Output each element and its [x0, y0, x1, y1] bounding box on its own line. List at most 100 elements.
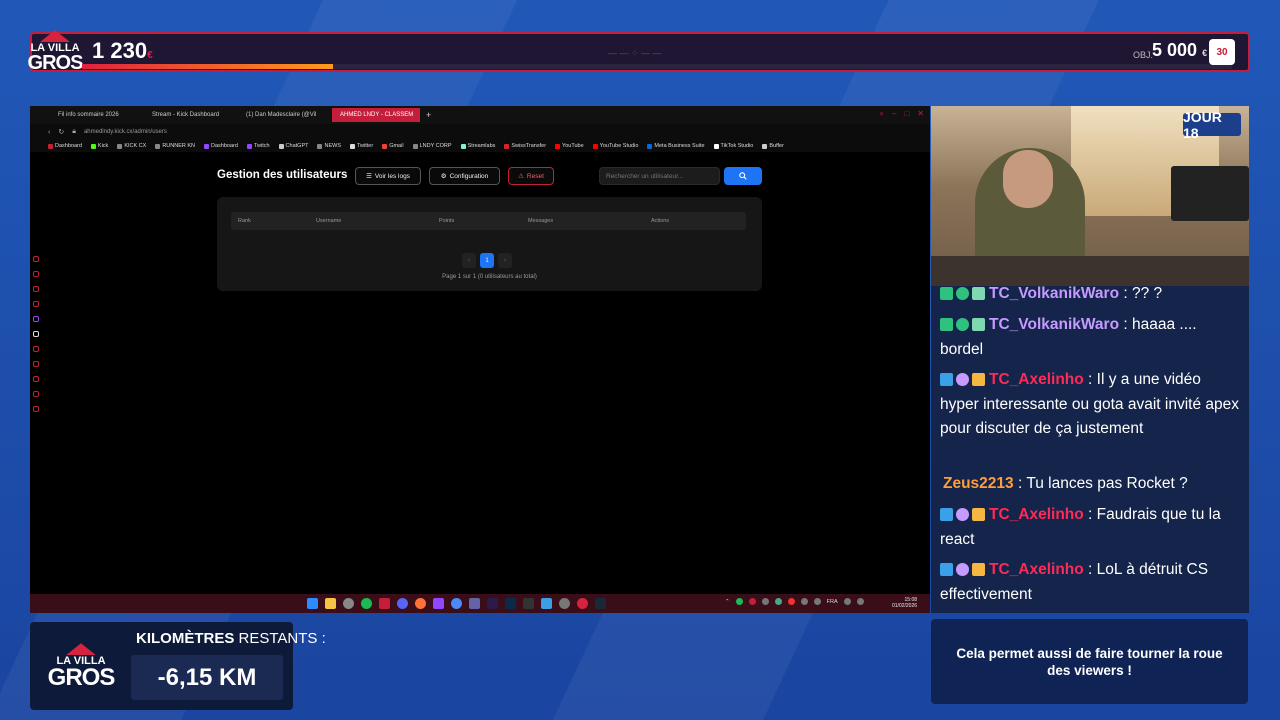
file-explorer-icon[interactable]	[325, 598, 336, 609]
reset-button[interactable]: ⚠ Reset	[508, 167, 554, 185]
settings-icon[interactable]	[33, 406, 39, 412]
bookmark-2[interactable]: KICK CX	[117, 143, 146, 149]
system-tray: ⌃ FRA	[725, 598, 864, 605]
bookmark-8[interactable]: Twitter	[349, 143, 373, 149]
chat-panel: TC_VolkanikWaro : ?? ? TC_VolkanikWaro :…	[931, 286, 1249, 613]
page-1-button[interactable]: 1	[480, 253, 494, 268]
back-icon[interactable]: ‹	[48, 129, 50, 136]
next-page-button[interactable]: ›	[498, 253, 512, 268]
app-icon-10[interactable]	[469, 598, 480, 609]
sidebar-icon-10[interactable]	[33, 391, 39, 397]
x-icon[interactable]	[33, 331, 39, 337]
obs-icon[interactable]	[343, 598, 354, 609]
speaker-icon[interactable]	[856, 598, 864, 605]
column-messages: Messages	[528, 218, 554, 224]
prev-page-button[interactable]: ‹	[462, 253, 476, 268]
new-tab-icon[interactable]: +	[426, 110, 431, 120]
sidebar-icon-1[interactable]	[33, 256, 39, 262]
search-button[interactable]	[724, 167, 762, 185]
url-field[interactable]: ahmedlndy.kick.cx/admin/users	[84, 129, 167, 135]
reload-icon[interactable]: ↻	[58, 128, 64, 136]
photoshop-icon[interactable]	[505, 598, 516, 609]
premiere-icon[interactable]	[487, 598, 498, 609]
chat-username[interactable]: TC_Axelinho	[989, 506, 1084, 523]
bookmark-0[interactable]: Dashboard	[48, 143, 82, 149]
chat-message: TC_Axelinho : LoL à détruit CS effective…	[940, 561, 1209, 603]
bookmark-11[interactable]: Streamlabs	[460, 143, 495, 149]
page-info: Page 1 sur 1 (0 utilisateurs au total)	[442, 274, 537, 280]
tray-steam-icon[interactable]	[761, 598, 769, 605]
view-logs-label: Voir les logs	[374, 172, 410, 180]
bookmark-3[interactable]: RUNNER KN	[155, 143, 195, 149]
mic-icon[interactable]	[813, 598, 821, 605]
chat-username[interactable]: TC_VolkanikWaro	[989, 316, 1119, 333]
sidebar-icon-3[interactable]	[33, 286, 39, 292]
user-search-input[interactable]	[599, 167, 720, 185]
steam-icon[interactable]	[595, 598, 606, 609]
chat-username[interactable]: TC_VolkanikWaro	[989, 286, 1119, 302]
bookmark-17[interactable]: Buffer	[762, 143, 784, 149]
network-icon[interactable]	[843, 598, 851, 605]
configuration-button[interactable]: ⚙ Configuration	[429, 167, 500, 185]
bookmark-10[interactable]: LNDY CORP	[412, 143, 452, 149]
spotify-icon[interactable]	[361, 598, 372, 609]
app-icon-8[interactable]	[433, 598, 444, 609]
browser-tab-0[interactable]: Fil info sommaire 2026	[50, 108, 138, 122]
volume-icon[interactable]	[800, 598, 808, 605]
browser-tab-2[interactable]: (1) Dan Madesclaire (@Vil	[238, 108, 326, 122]
sidebar-icon-2[interactable]	[33, 271, 39, 277]
user-badges	[940, 318, 985, 332]
sponsor-badge: 30	[1209, 39, 1235, 65]
gear-icon: ⚙	[440, 173, 447, 180]
tray-expand-icon[interactable]: ⌃	[725, 599, 730, 605]
sidebar-icon-4[interactable]	[33, 301, 39, 307]
user-badges	[940, 373, 985, 387]
start-icon[interactable]	[307, 598, 318, 609]
language-indicator[interactable]: FRA	[827, 599, 838, 605]
minimize-icon[interactable]: –	[892, 109, 896, 119]
tray-spotify-icon[interactable]	[735, 598, 743, 605]
tray-app2-icon[interactable]	[774, 598, 782, 605]
bookmark-16[interactable]: TikTok Studio	[713, 143, 753, 149]
close-icon[interactable]: ✕	[917, 109, 924, 119]
chat-username[interactable]: TC_Axelinho	[989, 371, 1084, 388]
bookmark-7[interactable]: NEWS	[317, 143, 341, 149]
bookmark-1[interactable]: Kick	[90, 143, 108, 149]
chat-username[interactable]: TC_Axelinho	[989, 561, 1084, 578]
bookmark-4[interactable]: Dashboard	[204, 143, 238, 149]
bookmark-15[interactable]: Meta Business Suite	[647, 143, 705, 149]
bookmark-9[interactable]: Gmail	[382, 143, 404, 149]
browser-tab-1[interactable]: Stream - Kick Dashboard	[144, 108, 232, 122]
firefox-icon[interactable]	[415, 598, 426, 609]
chat-message: Zeus2213 : Tu lances pas Rocket ?	[943, 475, 1188, 492]
discord-icon[interactable]	[397, 598, 408, 609]
sidebar-icon-7[interactable]	[33, 346, 39, 352]
app-icon-9[interactable]	[451, 598, 462, 609]
bookmark-12[interactable]: SwissTransfer	[504, 143, 546, 149]
chat-username[interactable]: Zeus2213	[943, 475, 1014, 492]
browser-icon[interactable]	[379, 598, 390, 609]
taskbar-clock[interactable]: 15:08 01/02/2026	[892, 597, 917, 609]
bookmark-14[interactable]: YouTube Studio	[592, 143, 638, 149]
chat-message: TC_Axelinho : Faudrais que tu la react	[940, 506, 1221, 548]
taskbar-apps	[307, 598, 606, 609]
search-tabs-icon[interactable]: ⌕	[880, 109, 884, 119]
view-logs-button[interactable]: ☰ Voir les logs	[355, 167, 421, 185]
tray-app-icon[interactable]	[748, 598, 756, 605]
twitch-icon[interactable]	[33, 316, 39, 322]
browser-tab-3[interactable]: AHMED LNDY - CLASSEM	[332, 108, 420, 122]
logo-line2: GROS	[47, 664, 116, 692]
notepad-icon[interactable]	[541, 598, 552, 609]
settings-app-icon[interactable]	[559, 598, 570, 609]
warning-icon: ⚠	[518, 173, 524, 180]
reset-label: Reset	[526, 172, 544, 180]
sidebar-icon-8[interactable]	[33, 361, 39, 367]
bookmark-6[interactable]: ChatGPT	[278, 143, 308, 149]
tray-app3-icon[interactable]	[787, 598, 795, 605]
bookmark-5[interactable]: Twitch	[246, 143, 270, 149]
app-icon-13[interactable]	[523, 598, 534, 609]
app-icon-16[interactable]	[577, 598, 588, 609]
sidebar-icon-9[interactable]	[33, 376, 39, 382]
maximize-icon[interactable]: □	[904, 109, 909, 119]
bookmark-13[interactable]: YouTube	[555, 143, 584, 149]
